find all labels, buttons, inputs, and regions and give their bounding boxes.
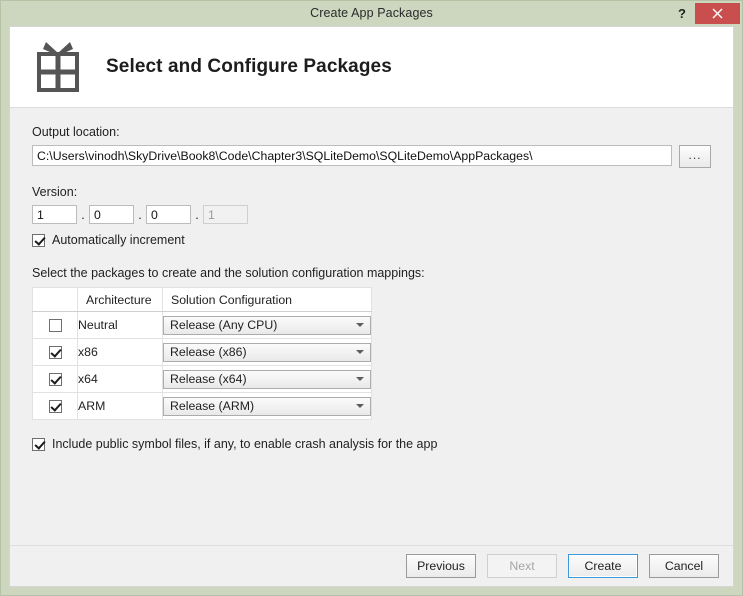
question-mark-icon: ?	[678, 6, 686, 21]
packages-intro: Select the packages to create and the so…	[32, 266, 711, 280]
title-bar-buttons: ?	[669, 1, 742, 26]
version-build-input[interactable]	[146, 205, 191, 224]
create-button[interactable]: Create	[568, 554, 638, 578]
close-icon	[712, 8, 723, 19]
help-button[interactable]: ?	[669, 1, 695, 26]
packages-table: Architecture Solution Configuration Neut…	[32, 287, 372, 420]
auto-increment-checkbox[interactable]	[32, 234, 45, 247]
dialog-content: Output location: ... Version: . . .	[10, 108, 733, 545]
dialog-footer: Previous Next Create Cancel	[10, 545, 733, 586]
version-row: . . .	[32, 205, 711, 224]
row-check-cell[interactable]	[33, 339, 78, 366]
configuration-value: Release (x64)	[170, 372, 247, 386]
output-location-input[interactable]	[32, 145, 672, 166]
table-row: ARM Release (ARM)	[33, 393, 372, 420]
version-label: Version:	[32, 185, 711, 199]
row-configuration-cell[interactable]: Release (x64)	[163, 366, 372, 393]
row-architecture-cell: ARM	[78, 393, 163, 420]
row-check-cell[interactable]	[33, 312, 78, 339]
chevron-down-icon	[356, 404, 364, 408]
package-checkbox-x64[interactable]	[49, 373, 62, 386]
configuration-value: Release (x86)	[170, 345, 247, 359]
package-checkbox-neutral[interactable]	[49, 319, 62, 332]
table-row: x64 Release (x64)	[33, 366, 372, 393]
package-checkbox-x86[interactable]	[49, 346, 62, 359]
create-app-packages-dialog: Create App Packages ?	[0, 0, 743, 596]
row-architecture-cell: x64	[78, 366, 163, 393]
dialog-body: Select and Configure Packages Output loc…	[9, 26, 734, 587]
configuration-dropdown-x86[interactable]: Release (x86)	[163, 343, 371, 362]
chevron-down-icon	[356, 323, 364, 327]
column-header-configuration: Solution Configuration	[163, 288, 372, 312]
window-title: Create App Packages	[1, 1, 742, 26]
table-row: Neutral Release (Any CPU)	[33, 312, 372, 339]
version-minor-input[interactable]	[89, 205, 134, 224]
row-configuration-cell[interactable]: Release (ARM)	[163, 393, 372, 420]
configuration-dropdown-arm[interactable]: Release (ARM)	[163, 397, 371, 416]
chevron-down-icon	[356, 350, 364, 354]
packages-table-body: Neutral Release (Any CPU) x86	[33, 312, 372, 420]
table-header-row: Architecture Solution Configuration	[33, 288, 372, 312]
row-configuration-cell[interactable]: Release (x86)	[163, 339, 372, 366]
cancel-button[interactable]: Cancel	[649, 554, 719, 578]
page-title: Select and Configure Packages	[106, 56, 392, 78]
version-revision-input	[203, 205, 248, 224]
version-separator-1: .	[77, 208, 89, 222]
close-button[interactable]	[695, 3, 740, 24]
configuration-value: Release (Any CPU)	[170, 318, 277, 332]
include-symbols-row[interactable]: Include public symbol files, if any, to …	[32, 437, 711, 451]
column-header-check	[33, 288, 78, 312]
ellipsis-icon: ...	[688, 148, 701, 162]
table-row: x86 Release (x86)	[33, 339, 372, 366]
configuration-dropdown-x64[interactable]: Release (x64)	[163, 370, 371, 389]
output-location-label: Output location:	[32, 125, 711, 139]
row-architecture-cell: x86	[78, 339, 163, 366]
version-separator-2: .	[134, 208, 146, 222]
output-location-row: ...	[32, 145, 711, 168]
column-header-architecture: Architecture	[78, 288, 163, 312]
next-button: Next	[487, 554, 557, 578]
include-symbols-label: Include public symbol files, if any, to …	[52, 437, 437, 451]
row-check-cell[interactable]	[33, 366, 78, 393]
gift-box-icon	[32, 39, 84, 95]
include-symbols-checkbox[interactable]	[32, 438, 45, 451]
browse-button[interactable]: ...	[679, 145, 711, 168]
row-check-cell[interactable]	[33, 393, 78, 420]
auto-increment-label: Automatically increment	[52, 233, 185, 247]
version-major-input[interactable]	[32, 205, 77, 224]
previous-button[interactable]: Previous	[406, 554, 476, 578]
auto-increment-row[interactable]: Automatically increment	[32, 233, 711, 247]
version-separator-3: .	[191, 208, 203, 222]
version-block: Version: . . . Automatically increment	[32, 185, 711, 247]
title-bar: Create App Packages ?	[1, 1, 742, 26]
row-configuration-cell[interactable]: Release (Any CPU)	[163, 312, 372, 339]
dialog-header: Select and Configure Packages	[10, 27, 733, 108]
package-checkbox-arm[interactable]	[49, 400, 62, 413]
configuration-value: Release (ARM)	[170, 399, 254, 413]
row-architecture-cell: Neutral	[78, 312, 163, 339]
packages-table-header: Architecture Solution Configuration	[33, 288, 372, 312]
configuration-dropdown-neutral[interactable]: Release (Any CPU)	[163, 316, 371, 335]
chevron-down-icon	[356, 377, 364, 381]
